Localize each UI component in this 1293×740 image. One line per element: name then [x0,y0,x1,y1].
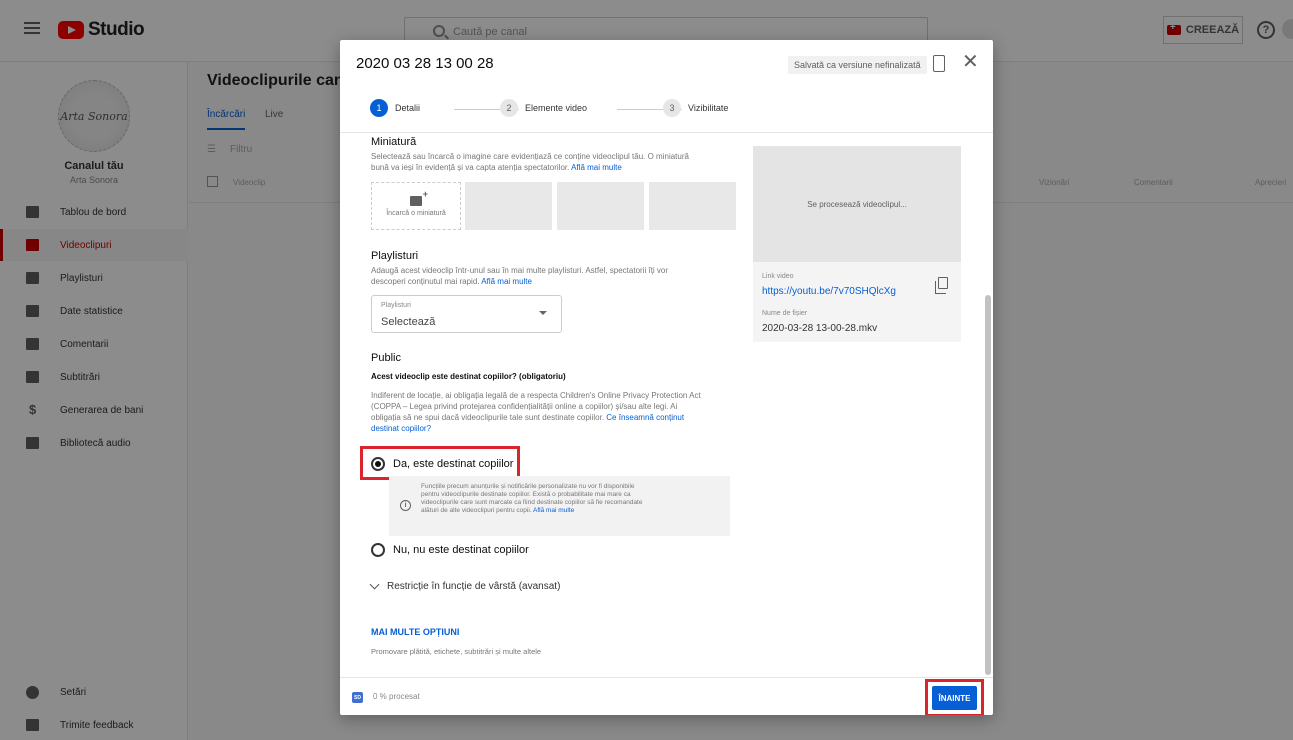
info-learn-more-link[interactable]: Află mai multe [533,507,574,514]
audience-question: Acest videoclip este destinat copiilor? … [371,372,566,381]
video-preview: Se procesează videoclipul... [753,146,961,262]
playlists-learn-more-link[interactable]: Află mai multe [481,277,532,286]
video-preview-panel: Se procesează videoclipul... Link video … [753,146,961,342]
desc-line: descoperi conținutul mai rapid. Află mai… [371,276,668,287]
made-for-kids-info: i Funcțiile precum anunțurile și notific… [389,476,730,536]
upload-thumbnail-label: Încarcă o miniatură [386,209,446,217]
age-restriction-toggle[interactable]: Restricție în funcție de vârstă (avansat… [369,579,561,592]
desc-line: Selectează sau încarcă o imagine care ev… [371,152,689,161]
step-number: 1 [370,99,388,117]
thumbnail-description: Selectează sau încarcă o imagine care ev… [371,151,689,173]
audience-heading: Public [371,352,401,364]
step-label: Elemente video [525,103,588,113]
desc-text: descoperi conținutul mai rapid. [371,277,482,286]
annotation-highlight-box [925,679,984,715]
thumbnail-option[interactable] [465,182,552,230]
more-options-button[interactable]: MAI MULTE OPȚIUNI [371,627,459,637]
divider [340,132,993,133]
info-line: pentru videoclipurile destinate copiilor… [421,491,631,498]
info-line: alături de alte videoclipuri pentru copi… [421,507,721,515]
caret-down-icon [539,311,547,315]
sd-quality-badge: SD [352,692,363,703]
thumbnail-learn-more-link[interactable]: Află mai multe [571,163,622,172]
thumbnail-option[interactable] [557,182,644,230]
chevron-down-icon [369,579,380,590]
step-details[interactable]: 1 Detalii [370,99,420,117]
step-number: 3 [663,99,681,117]
step-label: Vizibilitate [688,103,729,113]
copy-icon[interactable] [935,277,948,294]
processing-text: Se procesează videoclipul... [807,199,907,209]
dialog-scrollbar[interactable] [985,295,991,675]
filename-value: 2020-03-28 13-00-28.mkv [762,323,878,334]
select-label: Playlisturi [381,302,411,309]
info-line: videoclipurile care sunt marcate ca fiin… [421,499,643,506]
radio-unchecked-icon [371,543,385,557]
divider [340,677,993,678]
upload-thumbnail-button[interactable]: Încarcă o miniatură [371,182,461,230]
info-text: Funcțiile precum anunțurile și notificăr… [421,483,721,515]
video-details-dialog: 2020 03 28 13 00 28 Salvată ca versiune … [340,40,993,715]
playlists-description: Adaugă acest videoclip într-unul sau în … [371,265,668,287]
filename-label: Nume de fișier [762,310,808,317]
info-line: Funcțiile precum anunțurile și notificăr… [421,483,635,490]
step-label: Detalii [395,103,421,113]
draft-status-badge: Salvată ca versiune nefinalizată [788,56,927,74]
desc-line: (COPPA – Legea privind protejarea confid… [371,402,678,411]
desc-line: bună va ieși în evidență și va capta ate… [371,162,689,173]
desc-line: obligația să ne spui dacă videoclipurile… [371,412,701,423]
audience-description: Indiferent de locație, ai obligația lega… [371,390,701,434]
processing-status: 0 % procesat [373,692,420,701]
info-icon: i [400,500,411,511]
desc-text: obligația să ne spui dacă videoclipurile… [371,413,607,422]
add-image-icon [410,189,428,206]
dialog-title: 2020 03 28 13 00 28 [356,55,494,72]
video-link[interactable]: https://youtu.be/7v70SHQlcXg [762,286,896,297]
playlist-select[interactable]: Playlisturi Selectează [371,295,562,333]
step-video-elements[interactable]: 2 Elemente video [500,99,587,117]
info-text-part: alături de alte videoclipuri pentru copi… [421,507,534,514]
playlists-heading: Playlisturi [371,250,419,262]
step-visibility[interactable]: 3 Vizibilitate [663,99,728,117]
thumbnail-option[interactable] [649,182,736,230]
desc-text: bună va ieși în evidență și va capta ate… [371,163,572,172]
video-link-label: Link video [762,273,794,280]
close-icon[interactable]: ✕ [962,52,979,72]
radio-made-for-kids-no[interactable]: Nu, nu este destinat copiilor [371,543,529,557]
step-number: 2 [500,99,518,117]
radio-label: Nu, nu este destinat copiilor [393,544,529,556]
age-restriction-label: Restricție în funcție de vârstă (avansat… [387,581,561,592]
desc-line: Adaugă acest videoclip într-unul sau în … [371,266,669,275]
thumbnail-heading: Miniatură [371,136,417,148]
made-for-kids-link-cont[interactable]: destinat copiilor? [371,423,701,434]
desc-line: Indiferent de locație, ai obligația lega… [371,391,701,400]
select-value: Selectează [381,316,436,328]
annotation-highlight-box [360,446,520,480]
made-for-kids-link[interactable]: Ce înseamnă conținut [606,413,684,422]
report-issue-icon[interactable] [933,55,945,72]
upload-stepper: 1 Detalii 2 Elemente video 3 Vizibilitat… [370,99,750,121]
more-options-description: Promovare plătită, etichete, subtitrări … [371,647,542,656]
